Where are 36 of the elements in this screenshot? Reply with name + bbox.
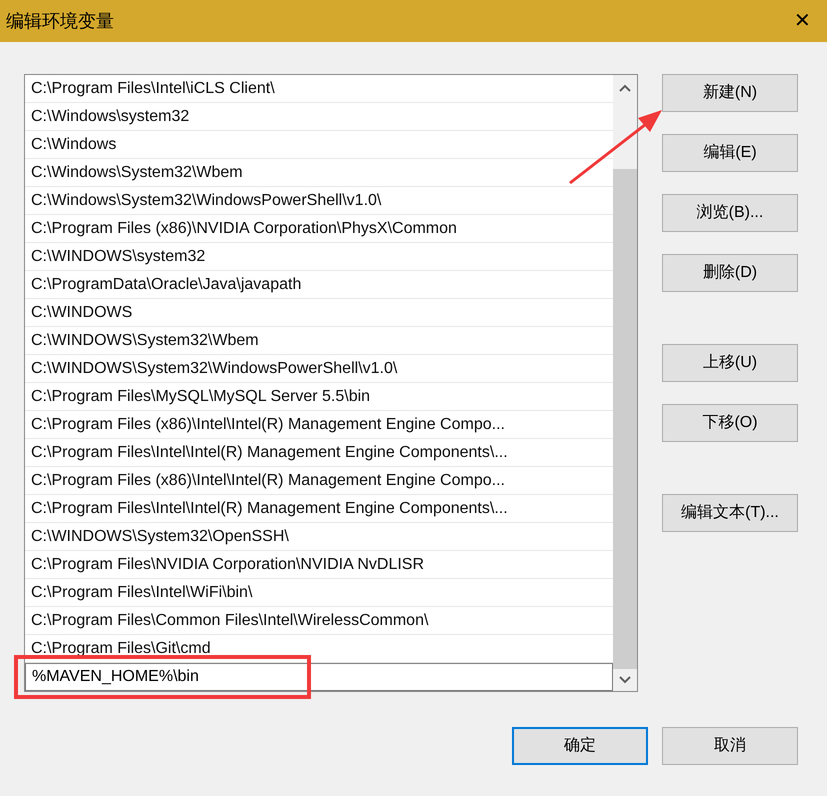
action-button[interactable]: 上移(U) bbox=[662, 344, 798, 382]
action-button[interactable]: 浏览(B)... bbox=[662, 194, 798, 232]
scroll-thumb[interactable] bbox=[613, 169, 637, 669]
list-item[interactable]: C:\Program Files\Intel\Intel(R) Management Engine Components\... bbox=[25, 439, 613, 467]
list-item[interactable]: C:\Program Files\Common Files\Intel\WirelessCommon\ bbox=[25, 607, 613, 635]
list-item[interactable]: C:\Windows bbox=[25, 131, 613, 159]
list-item[interactable]: C:\WINDOWS\System32\Wbem bbox=[25, 327, 613, 355]
action-button[interactable]: 编辑(E) bbox=[662, 134, 798, 172]
list-item[interactable]: C:\Program Files (x86)\Intel\Intel(R) Management Engine Compo... bbox=[25, 467, 613, 495]
scroll-up-icon[interactable] bbox=[618, 83, 632, 93]
list-item[interactable]: C:\Program Files\Intel\Intel(R) Management Engine Components\... bbox=[25, 495, 613, 523]
scrollbar[interactable] bbox=[613, 75, 637, 691]
action-button[interactable]: 新建(N) bbox=[662, 74, 798, 112]
list-item[interactable]: C:\Program Files\MySQL\MySQL Server 5.5\bin bbox=[25, 383, 613, 411]
list-item[interactable]: C:\Program Files\NVIDIA Corporation\NVIDIA NvDLISR bbox=[25, 551, 613, 579]
list-item[interactable]: C:\Program Files\Intel\WiFi\bin\ bbox=[25, 579, 613, 607]
list-item[interactable]: C:\Windows\System32\WindowsPowerShell\v1.0\ bbox=[25, 187, 613, 215]
list-item[interactable]: C:\WINDOWS\system32 bbox=[25, 243, 613, 271]
window-title: 编辑环境变量 bbox=[6, 10, 114, 32]
action-button[interactable]: 编辑文本(T)... bbox=[662, 494, 798, 532]
edit-field[interactable]: %MAVEN_HOME%\bin bbox=[25, 663, 613, 691]
cancel-button[interactable]: 取消 bbox=[662, 727, 798, 765]
list-item[interactable]: C:\Windows\System32\Wbem bbox=[25, 159, 613, 187]
list-item[interactable]: C:\WINDOWS\System32\OpenSSH\ bbox=[25, 523, 613, 551]
close-button[interactable]: ✕ bbox=[794, 11, 811, 31]
list-item[interactable]: C:\WINDOWS bbox=[25, 299, 613, 327]
list-item[interactable]: C:\Program Files (x86)\Intel\Intel(R) Management Engine Compo... bbox=[25, 411, 613, 439]
ok-button[interactable]: 确定 bbox=[512, 727, 648, 765]
action-button[interactable]: 下移(O) bbox=[662, 404, 798, 442]
list-item[interactable]: C:\Program Files\Intel\iCLS Client\ bbox=[25, 75, 613, 103]
list-item[interactable]: C:\Program Files (x86)\NVIDIA Corporation\PhysX\Common bbox=[25, 215, 613, 243]
list-item[interactable]: C:\ProgramData\Oracle\Java\javapath bbox=[25, 271, 613, 299]
list-item[interactable]: C:\WINDOWS\System32\WindowsPowerShell\v1.0\ bbox=[25, 355, 613, 383]
list-item[interactable]: C:\Windows\system32 bbox=[25, 103, 613, 131]
scroll-down-icon[interactable] bbox=[618, 675, 632, 685]
action-button[interactable]: 删除(D) bbox=[662, 254, 798, 292]
